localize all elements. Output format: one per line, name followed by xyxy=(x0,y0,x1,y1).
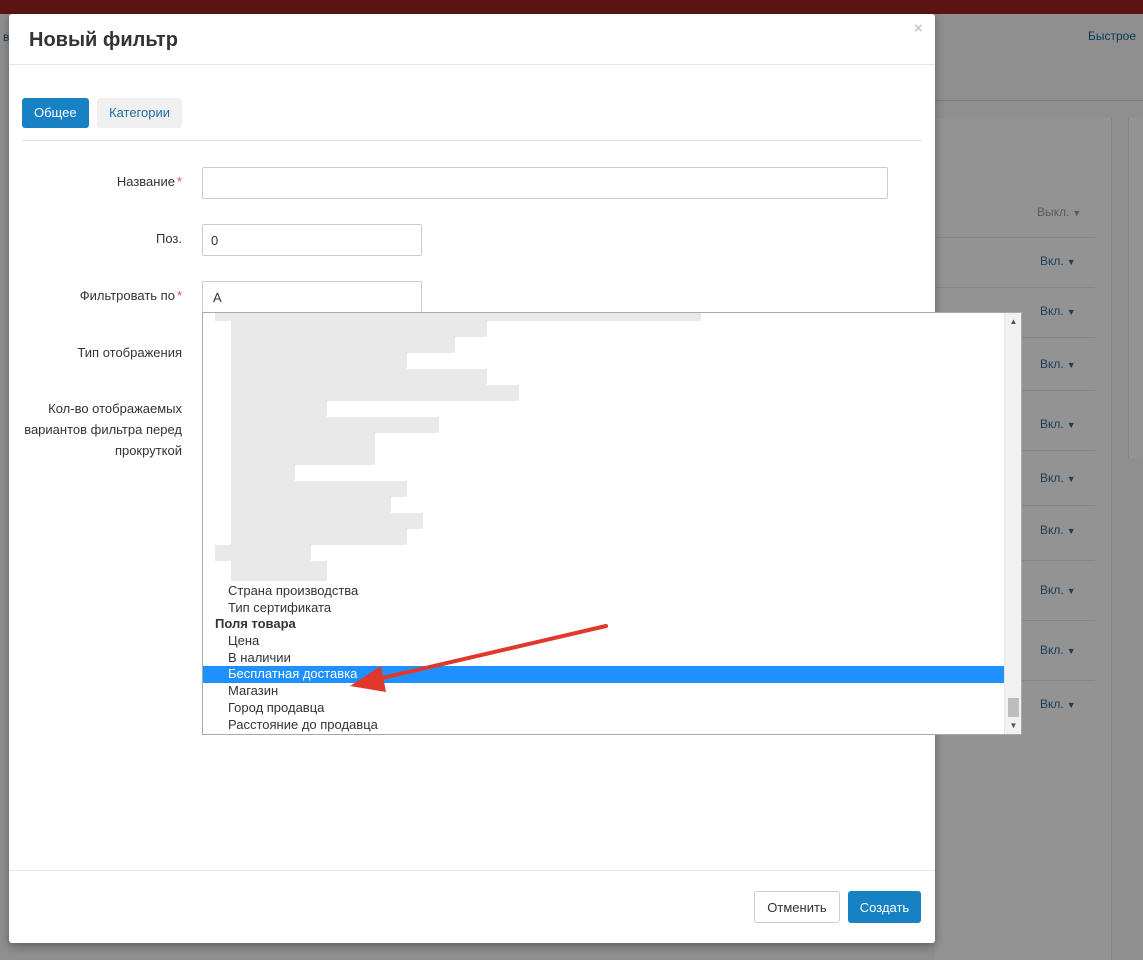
modal-header: Новый фильтр × xyxy=(9,14,935,65)
caret-down-icon: ▼ xyxy=(1066,646,1076,656)
background-status-toggle: Вкл. ▼ xyxy=(1040,697,1076,711)
dropdown-scrollbar[interactable]: ▲ ▼ xyxy=(1004,313,1021,734)
tabs-divider xyxy=(22,140,922,141)
blur-block xyxy=(231,369,487,385)
background-status-label: Вкл. xyxy=(1040,523,1064,537)
position-label: Поз. xyxy=(156,231,182,246)
blur-block xyxy=(215,313,701,321)
background-row-divider xyxy=(935,237,1095,238)
background-status-label: Вкл. xyxy=(1040,471,1064,485)
background-row-divider xyxy=(935,287,1095,288)
filter-by-value: А xyxy=(213,290,222,305)
scrollbar-thumb[interactable] xyxy=(1008,698,1019,717)
caret-down-icon: ▼ xyxy=(1066,586,1076,596)
dropdown-option[interactable]: Магазин xyxy=(203,683,1004,700)
close-icon[interactable]: × xyxy=(914,20,923,37)
modal-title: Новый фильтр xyxy=(29,29,178,51)
background-status-label: Выкл. xyxy=(1037,205,1070,219)
background-status-toggle: Вкл. ▼ xyxy=(1040,583,1076,597)
caret-down-icon: ▼ xyxy=(1066,360,1076,370)
blur-block xyxy=(231,337,455,353)
background-status-toggle: Вкл. ▼ xyxy=(1040,304,1076,318)
caret-down-icon: ▼ xyxy=(1066,526,1076,536)
background-status-toggle: Вкл. ▼ xyxy=(1040,417,1076,431)
blur-block xyxy=(231,417,439,433)
scroll-up-icon[interactable]: ▲ xyxy=(1005,313,1021,330)
selected-option[interactable]: Бесплатная доставка xyxy=(203,666,1004,684)
blur-block xyxy=(231,513,423,529)
dropdown-option[interactable]: Тип сертификата xyxy=(203,600,1004,617)
caret-down-icon: ▼ xyxy=(1066,257,1076,267)
filter-by-dropdown-list[interactable]: Страна производства Тип сертификата Поля т… xyxy=(202,312,1022,735)
dropdown-option[interactable]: Страна производства xyxy=(203,583,1004,600)
cancel-button[interactable]: Отменить xyxy=(754,891,840,923)
blur-block xyxy=(231,321,487,337)
background-status-label: Вкл. xyxy=(1040,304,1064,318)
variants-count-label: Кол-во отображаемых вариантов фильтра пе… xyxy=(24,401,182,458)
filter-by-label: Фильтровать по * xyxy=(22,285,182,306)
caret-down-icon: ▼ xyxy=(1066,307,1076,317)
dropdown-option[interactable]: В наличии xyxy=(203,650,1004,667)
caret-down-icon: ▼ xyxy=(1066,420,1076,430)
filter-by-label-text: Фильтровать по xyxy=(79,288,175,303)
blur-block xyxy=(231,401,327,417)
background-status-toggle: Вкл. ▼ xyxy=(1040,254,1076,268)
background-status-label: Вкл. xyxy=(1040,417,1064,431)
option-group-label: Поля товара xyxy=(215,616,296,632)
background-status-label: Вкл. xyxy=(1040,254,1064,268)
tab-general[interactable]: Общее xyxy=(22,98,89,128)
blur-block xyxy=(231,353,407,369)
background-divider xyxy=(935,100,1143,101)
display-type-label: Тип отображения xyxy=(77,345,182,360)
name-input[interactable] xyxy=(202,167,888,199)
background-status-toggle: Вкл. ▼ xyxy=(1040,471,1076,485)
background-status-label: Вкл. xyxy=(1040,583,1064,597)
name-label-text: Название xyxy=(116,174,175,189)
options-list: Страна производства Тип сертификата Поля т… xyxy=(203,583,1004,733)
filter-by-select[interactable]: А xyxy=(202,281,422,313)
tab-categories[interactable]: Категории xyxy=(97,98,182,128)
background-status-label: Вкл. xyxy=(1040,357,1064,371)
blur-block xyxy=(215,545,311,561)
required-mark: * xyxy=(176,288,182,303)
blurred-options xyxy=(203,313,1003,585)
blur-block xyxy=(231,561,327,581)
blur-block xyxy=(231,449,375,465)
required-mark: * xyxy=(176,174,182,189)
background-quick-link: Быстрое xyxy=(1088,29,1137,43)
blur-block xyxy=(231,497,391,513)
caret-down-icon: ▼ xyxy=(1066,700,1076,710)
create-button[interactable]: Создать xyxy=(848,891,921,923)
name-label: Название * xyxy=(22,171,182,192)
background-status-label: Вкл. xyxy=(1040,643,1064,657)
scroll-down-icon[interactable]: ▼ xyxy=(1005,717,1021,734)
caret-down-icon: ▼ xyxy=(1066,474,1076,484)
position-input[interactable] xyxy=(202,224,422,256)
background-status-toggle: Выкл. ▼ xyxy=(1037,205,1081,219)
blur-block xyxy=(231,481,407,497)
modal-footer-divider xyxy=(9,870,935,871)
dropdown-option[interactable]: Расстояние до продавца xyxy=(203,717,1004,734)
background-status-label: Вкл. xyxy=(1040,697,1064,711)
dropdown-option[interactable]: Цена xyxy=(203,633,1004,650)
blur-block xyxy=(231,433,375,449)
dropdown-option[interactable]: Город продавца xyxy=(203,700,1004,717)
caret-down-icon: ▼ xyxy=(1072,208,1082,218)
background-panel-edge xyxy=(1128,118,1143,458)
blur-block xyxy=(231,465,295,481)
background-top-bar xyxy=(0,0,1143,14)
background-status-toggle: Вкл. ▼ xyxy=(1040,523,1076,537)
blur-block xyxy=(231,529,407,545)
background-status-toggle: Вкл. ▼ xyxy=(1040,357,1076,371)
blur-block xyxy=(231,385,519,401)
background-status-toggle: Вкл. ▼ xyxy=(1040,643,1076,657)
